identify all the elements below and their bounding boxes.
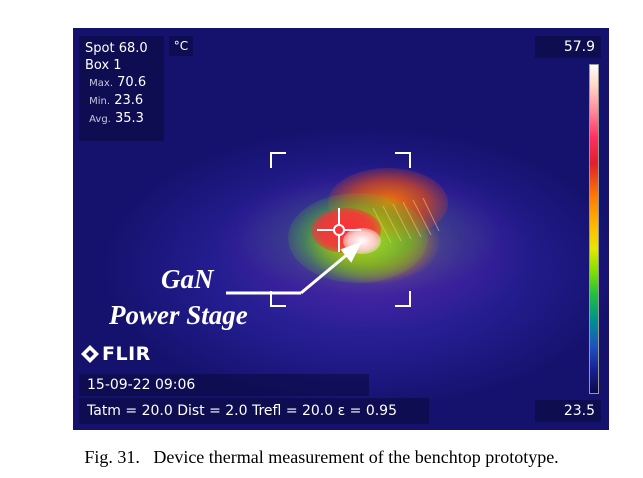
max-reading: Max. 70.6 — [85, 74, 158, 92]
annotation-power-stage: Power Stage — [109, 300, 248, 330]
box-corner-bottom-left — [270, 291, 286, 307]
spot-value: 68.0 — [118, 41, 148, 56]
max-value: 70.6 — [117, 75, 147, 90]
min-label: Min. — [89, 96, 111, 107]
annotation-gan: GaN — [161, 264, 214, 294]
scale-max-value: 57.9 — [535, 36, 601, 58]
flir-logo-icon — [81, 345, 99, 363]
spot-reading: Spot 68.0 — [85, 40, 158, 57]
box-corner-top-left — [270, 152, 286, 168]
max-label: Max. — [89, 78, 113, 89]
flir-logo-text: FLIR — [102, 343, 151, 365]
min-value: 23.6 — [114, 93, 144, 108]
flir-logo: FLIR — [81, 343, 151, 365]
box-corner-bottom-right — [395, 291, 411, 307]
avg-reading: Avg. 35.3 — [85, 110, 158, 128]
scale-min-value: 23.5 — [535, 400, 601, 422]
min-reading: Min. 23.6 — [85, 92, 158, 110]
spot-label: Spot — [85, 41, 115, 56]
unit-label: °C — [169, 36, 193, 56]
capture-datetime: 15-09-22 09:06 — [79, 374, 369, 396]
measurement-parameters: Tatm = 20.0 Dist = 2.0 Trefl = 20.0 ε = … — [79, 398, 429, 424]
caption-label: Fig. 31. — [84, 447, 140, 467]
caption-text: Device thermal measurement of the bencht… — [153, 447, 559, 467]
thermal-image: Spot 68.0 Box 1 Max. 70.6 Min. 23.6 Avg.… — [73, 28, 609, 430]
temperature-colorbar — [589, 64, 599, 394]
figure-caption: Fig. 31. Device thermal measurement of t… — [6, 447, 637, 468]
avg-value: 35.3 — [114, 111, 144, 126]
avg-label: Avg. — [89, 114, 111, 125]
box-corner-top-right — [395, 152, 411, 168]
box-label: Box 1 — [85, 58, 122, 73]
measurement-panel: Spot 68.0 Box 1 Max. 70.6 Min. 23.6 Avg.… — [79, 36, 164, 141]
